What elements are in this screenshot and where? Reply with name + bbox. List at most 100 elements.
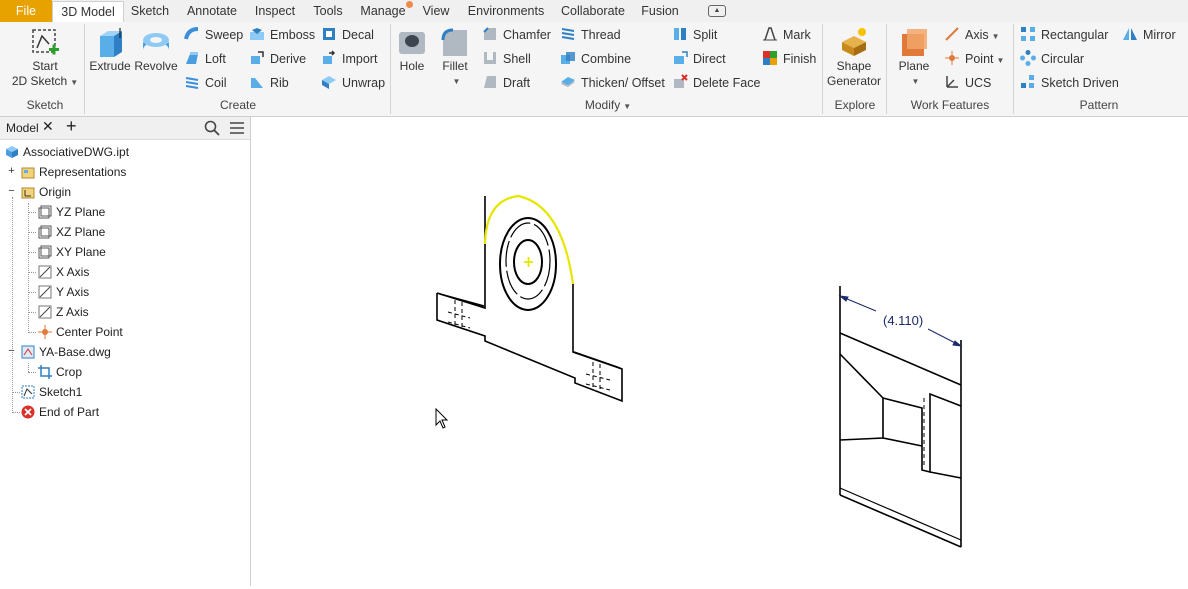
tab-view[interactable]: View [418,1,454,21]
tree-item-z-axis[interactable]: Z Axis [38,302,89,322]
start-sketch-label-2: 2D Sketch [11,74,68,88]
combine-label: Combine [581,52,632,66]
fillet-button[interactable]: Fillet ▼ [436,26,474,89]
loft-icon [184,50,200,66]
tree-item-sketch1[interactable]: Sketch1 [21,382,82,402]
search-icon[interactable] [204,120,220,139]
dimension-text[interactable]: (4.110) [883,313,923,328]
tab-inspect[interactable]: Inspect [250,1,300,21]
sketch-driven-label: Sketch Driven [1041,76,1119,90]
collapse-icon[interactable]: − [7,346,16,357]
derive-button[interactable]: Derive [249,49,306,69]
tree-line [12,412,20,413]
isometric-view[interactable] [436,196,623,403]
add-tab-icon[interactable]: + [66,116,77,137]
tree-item-origin[interactable]: Origin [21,182,71,202]
close-icon[interactable]: ✕ [42,118,54,135]
thread-icon [560,26,576,42]
combine-button[interactable]: Combine [560,49,631,69]
axis-icon [38,285,52,299]
expand-icon[interactable]: + [7,166,16,177]
plane-icon [38,225,52,239]
plane-label: Plane [898,59,930,73]
ribbon-minimize-button[interactable]: ▲ [708,5,726,17]
tree-item-center-point[interactable]: Center Point [38,322,123,342]
tab-sketch[interactable]: Sketch [126,1,174,21]
tree-line [28,272,36,273]
tree-item-representations[interactable]: Representations [21,162,126,182]
tree-item-y-axis[interactable]: Y Axis [38,282,89,302]
graphics-window[interactable]: (4.110) [251,117,1188,586]
rib-button[interactable]: Rib [249,73,289,93]
extrude-button[interactable]: Extrude [88,26,132,74]
shell-button[interactable]: Shell [482,49,531,69]
panel-title-create: Create [219,98,257,112]
finish-label: Finish [783,52,817,66]
decal-icon [321,26,337,42]
menu-icon[interactable] [229,120,245,139]
chamfer-button[interactable]: Chamfer [482,25,551,45]
extrude-label: Extrude [89,59,131,73]
point-icon [38,325,52,339]
mirror-button[interactable]: Mirror [1122,25,1176,45]
point-button[interactable]: Point ▼ [944,49,1004,69]
drawing-viewport[interactable]: (4.110) [251,117,1188,586]
tab-3d-model[interactable]: 3D Model [52,1,124,24]
thicken-icon [560,74,576,90]
thicken-offset-button[interactable]: Thicken/ Offset [560,73,665,93]
direct-icon [672,50,688,66]
axis-button[interactable]: Axis ▼ [944,25,1000,45]
import-button[interactable]: Import [321,49,377,69]
shape-generator-button[interactable]: Shape Generator [826,26,882,89]
revolve-button[interactable]: Revolve [134,26,178,74]
coil-button[interactable]: Coil [184,73,227,93]
tab-fusion[interactable]: Fusion [636,1,684,21]
tab-file[interactable]: File [0,0,52,22]
unwrap-icon [321,74,337,90]
center-point-marker[interactable] [524,257,533,267]
direct-button[interactable]: Direct [672,49,726,69]
sketch-driven-pattern-button[interactable]: Sketch Driven [1020,73,1119,93]
tree-item-crop[interactable]: Crop [38,362,82,382]
circular-pattern-icon [1020,50,1036,66]
loft-button[interactable]: Loft [184,49,226,69]
start-2d-sketch-button[interactable]: Start 2D Sketch ▼ [10,26,80,90]
tab-tools[interactable]: Tools [308,1,348,21]
tab-annotate[interactable]: Annotate [182,1,242,21]
browser-tab-model[interactable]: Model [6,121,39,135]
tree-item-x-axis[interactable]: X Axis [38,262,89,282]
tree-item-xz-plane[interactable]: XZ Plane [38,222,105,242]
tree-item-xy-plane[interactable]: XY Plane [38,242,106,262]
thread-button[interactable]: Thread [560,25,621,45]
sweep-button[interactable]: Sweep [184,25,243,45]
dimension-arrow-left [838,295,849,302]
draft-button[interactable]: Draft [482,73,530,93]
rectangular-pattern-button[interactable]: Rectangular [1020,25,1108,45]
collapse-icon[interactable]: − [7,186,16,197]
tree-item-root[interactable]: AssociativeDWG.ipt [5,142,129,162]
hole-button[interactable]: Hole [394,26,430,74]
split-button[interactable]: Split [672,25,717,45]
finish-button[interactable]: Finish [762,49,816,69]
tree-item-yz-plane[interactable]: YZ Plane [38,202,105,222]
thicken-label: Thicken/ Offset [581,76,665,90]
tree-item-dwg[interactable]: YA-Base.dwg [21,342,111,362]
mark-button[interactable]: Mark [762,25,811,45]
plane-button[interactable]: Plane ▼ [892,26,936,89]
unwrap-button[interactable]: Unwrap [321,73,385,93]
circular-pattern-button[interactable]: Circular [1020,49,1084,69]
tree-label: Origin [39,185,72,199]
tree-item-end-of-part[interactable]: End of Part [21,402,99,422]
tab-environments[interactable]: Environments [462,1,550,21]
shape-generator-label-2: Generator [826,74,882,88]
delete-face-button[interactable]: Delete Face [672,73,760,93]
ucs-button[interactable]: UCS [944,73,991,93]
tab-manage[interactable]: Manage [356,1,410,21]
revolve-icon [140,26,172,58]
emboss-button[interactable]: Emboss [249,25,315,45]
panel-title-modify[interactable]: Modify ▼ [394,98,822,112]
decal-button[interactable]: Decal [321,25,374,45]
tab-collaborate[interactable]: Collaborate [556,1,630,21]
tree-line [12,197,13,413]
side-step-base [882,437,923,447]
